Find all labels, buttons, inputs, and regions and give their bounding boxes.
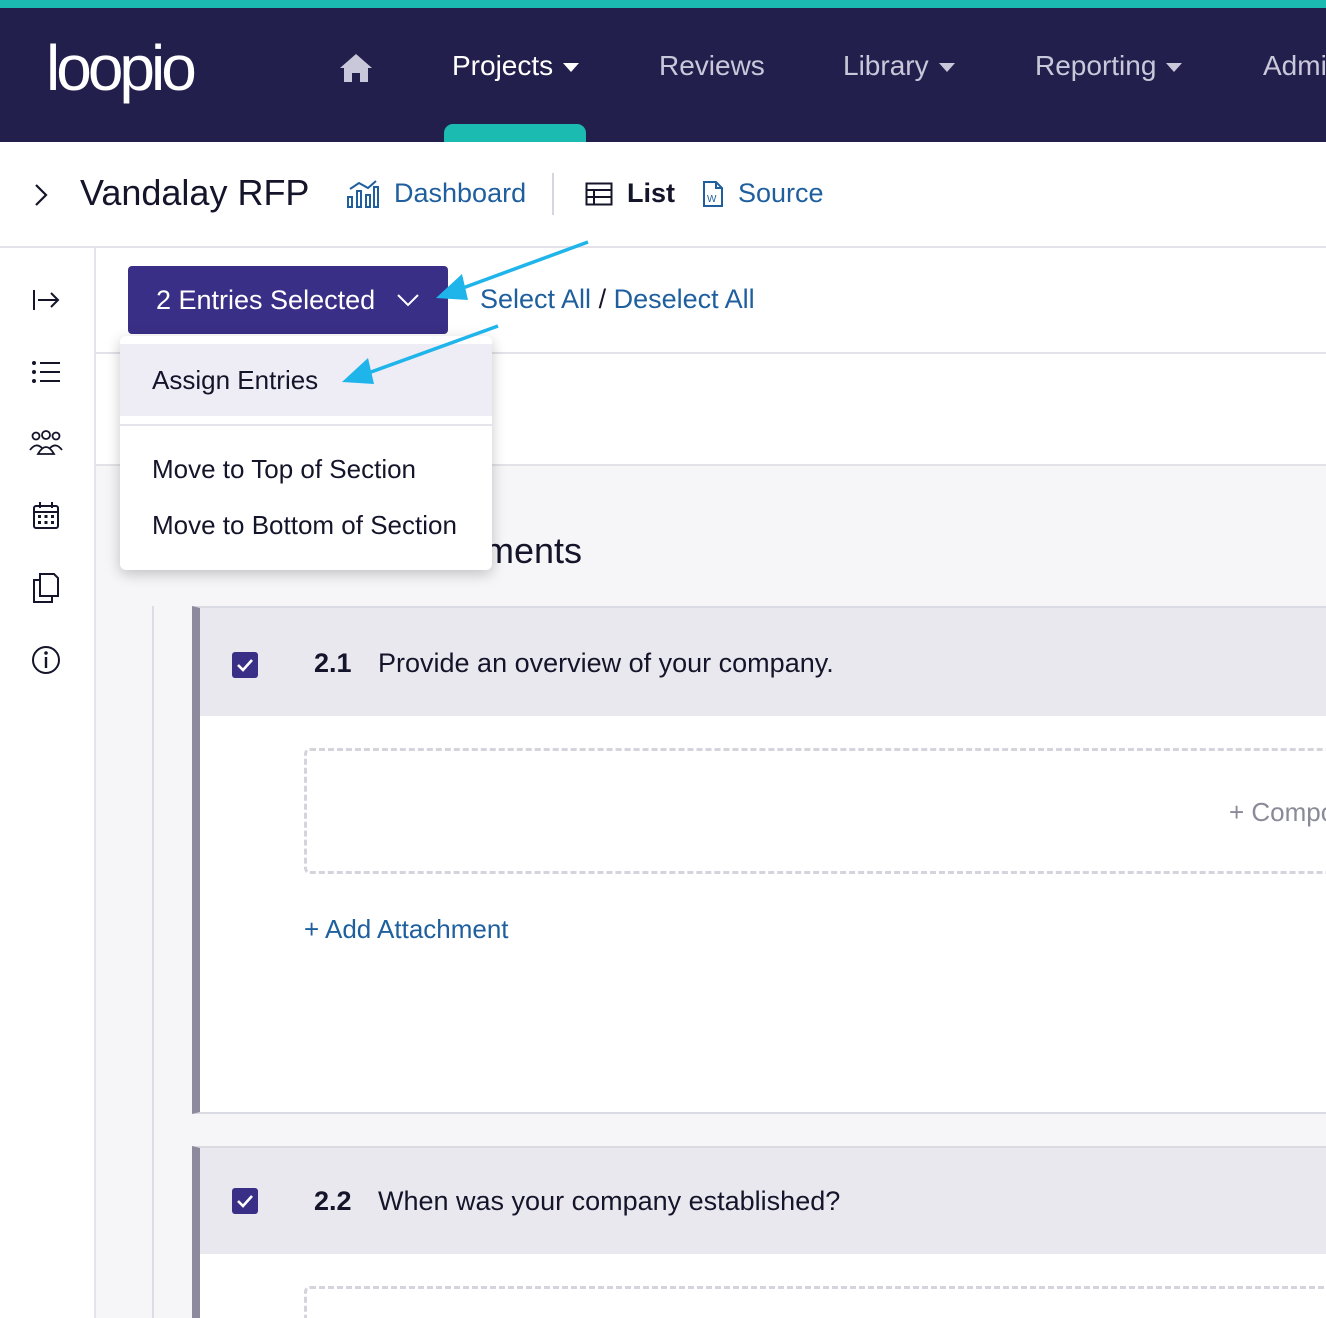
deselect-all-link[interactable]: Deselect All — [614, 284, 755, 314]
entry-checkbox[interactable] — [232, 652, 258, 678]
tab-list-label: List — [627, 178, 676, 208]
add-attachment-link[interactable]: + Add Attachment — [304, 914, 509, 945]
entry-header[interactable]: 2.1 Provide an overview of your company. — [200, 608, 1326, 716]
nav-projects[interactable]: Projects — [452, 50, 580, 82]
expand-icon[interactable] — [28, 282, 64, 318]
caret-down-icon — [938, 62, 955, 72]
top-accent-strip — [0, 0, 1326, 8]
nav-projects-label: Projects — [452, 50, 554, 81]
menu-item-move-top[interactable]: Move to Top of Section — [120, 441, 492, 497]
menu-divider — [120, 424, 492, 426]
info-icon[interactable] — [28, 642, 64, 678]
tab-source[interactable]: W Source — [702, 178, 824, 209]
nav-library[interactable]: Library — [843, 50, 955, 82]
calendar-icon[interactable] — [28, 498, 64, 534]
compose-link[interactable]: + Compo — [1229, 797, 1326, 828]
word-document-icon: W — [703, 180, 723, 207]
table-icon — [585, 182, 613, 205]
menu-item-assign-entries[interactable]: Assign Entries — [120, 344, 492, 416]
chevron-right-icon[interactable] — [30, 182, 52, 208]
tab-dashboard-label: Dashboard — [394, 178, 527, 208]
section-tree-line — [152, 606, 154, 1318]
entry-question: When was your company established? — [378, 1186, 841, 1216]
nav-library-label: Library — [843, 50, 929, 81]
entries-selected-dropdown[interactable]: 2 Entries Selected — [128, 266, 448, 334]
entry-question: Provide an overview of your company. — [378, 648, 834, 678]
entry-number: 2.1 — [314, 648, 352, 678]
entry-card: 2.2 When was your company established? — [192, 1146, 1326, 1318]
tab-source-label: Source — [738, 178, 824, 208]
team-icon[interactable] — [28, 426, 64, 462]
nav-reviews-label: Reviews — [659, 50, 765, 81]
entry-checkbox[interactable] — [232, 1188, 258, 1214]
entries-action-menu: Assign Entries Move to Top of Section Mo… — [120, 336, 492, 570]
copy-icon[interactable] — [28, 570, 64, 606]
project-title: Vandalay RFP — [80, 172, 310, 213]
answer-compose-area[interactable]: + Compo — [304, 748, 1326, 874]
svg-text:W: W — [707, 194, 717, 205]
nav-reviews[interactable]: Reviews — [659, 50, 765, 82]
selection-separator: / — [598, 284, 607, 314]
header-divider — [552, 173, 554, 215]
entries-selected-label: 2 Entries Selected — [156, 284, 376, 315]
nav-admin[interactable]: Admi — [1263, 50, 1326, 82]
chart-icon — [347, 179, 379, 208]
tab-list[interactable]: List — [585, 178, 675, 209]
tab-dashboard[interactable]: Dashboard — [346, 178, 526, 209]
answer-compose-area[interactable] — [304, 1286, 1326, 1318]
left-rail — [0, 248, 96, 1318]
selection-links: Select All / Deselect All — [480, 284, 755, 315]
home-icon[interactable] — [338, 52, 374, 84]
chevron-down-icon — [397, 294, 419, 307]
caret-down-icon — [1166, 62, 1183, 72]
caret-down-icon — [563, 62, 580, 72]
active-nav-indicator — [444, 124, 586, 142]
nav-reporting-label: Reporting — [1035, 50, 1157, 81]
entry-header[interactable]: 2.2 When was your company established? — [200, 1148, 1326, 1254]
nav-admin-label: Admi — [1263, 50, 1326, 81]
menu-item-move-bottom[interactable]: Move to Bottom of Section — [120, 497, 492, 553]
entry-card: 2.1 Provide an overview of your company.… — [192, 606, 1326, 1114]
entry-number: 2.2 — [314, 1186, 352, 1216]
select-all-link[interactable]: Select All — [480, 284, 591, 314]
logo-text: loopio — [46, 32, 194, 104]
nav-reporting[interactable]: Reporting — [1035, 50, 1183, 82]
list-icon[interactable] — [28, 354, 64, 390]
loopio-logo[interactable]: loopio — [46, 32, 238, 112]
